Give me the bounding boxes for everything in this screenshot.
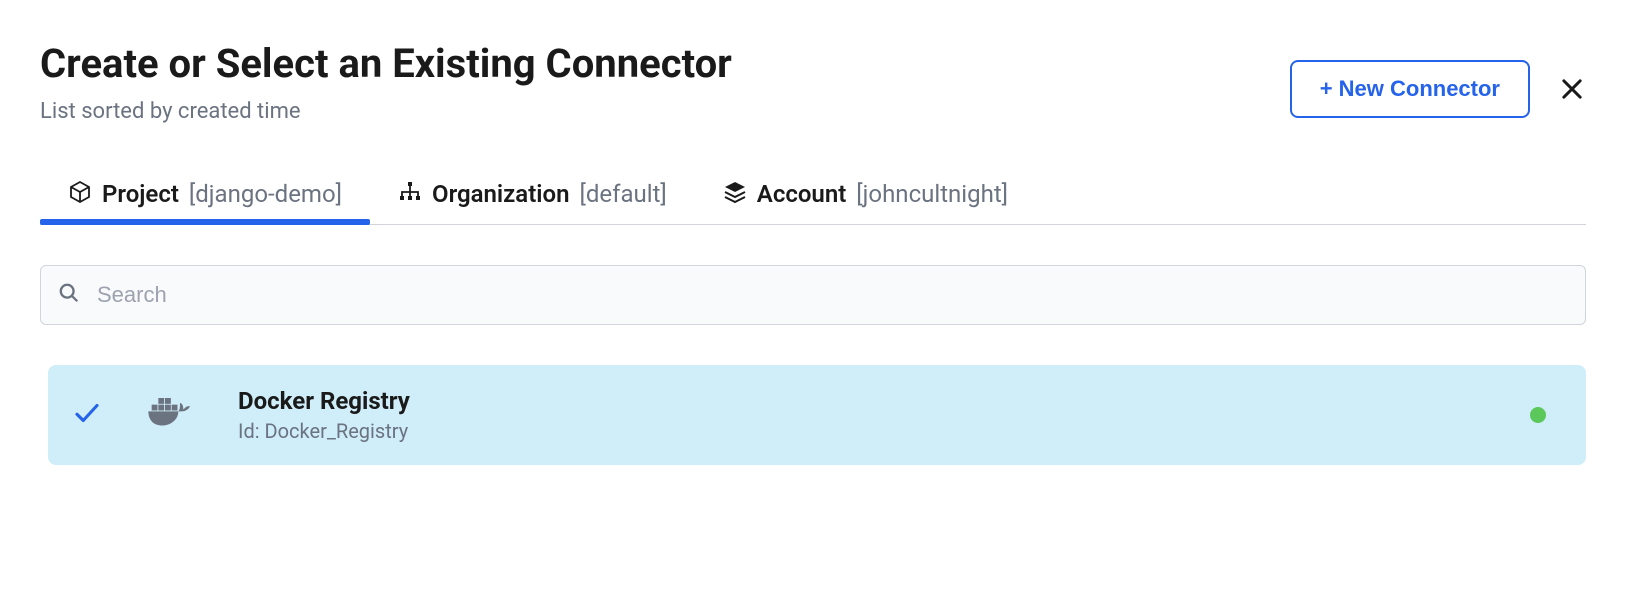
new-connector-button[interactable]: + New Connector	[1290, 60, 1530, 118]
connector-name: Docker Registry	[238, 387, 410, 415]
page-title: Create or Select an Existing Connector	[40, 40, 732, 87]
tab-organization-value: [default]	[579, 180, 666, 208]
page-subtitle: List sorted by created time	[40, 99, 732, 124]
tab-project[interactable]: Project [django-demo]	[40, 164, 370, 224]
header-row: Create or Select an Existing Connector L…	[40, 40, 1586, 124]
tab-organization[interactable]: Organization [default]	[370, 164, 695, 224]
new-connector-label: + New Connector	[1320, 76, 1500, 102]
tab-organization-label: Organization	[432, 180, 569, 208]
check-icon	[72, 398, 102, 432]
status-indicator	[1530, 407, 1546, 423]
docker-icon	[142, 393, 198, 437]
tab-account-label: Account	[757, 180, 847, 208]
connector-id: Id: Docker_Registry	[238, 419, 410, 443]
scope-tabs: Project [django-demo] Organization [defa…	[40, 164, 1586, 225]
close-icon[interactable]	[1558, 75, 1586, 103]
header-actions: + New Connector	[1290, 60, 1586, 118]
search-input[interactable]	[40, 265, 1586, 325]
tab-account-value: [johncultnight]	[856, 180, 1008, 208]
organization-icon	[398, 180, 422, 208]
tab-account[interactable]: Account [johncultnight]	[695, 164, 1036, 224]
connector-text: Docker Registry Id: Docker_Registry	[238, 387, 410, 443]
search-icon	[58, 282, 80, 308]
connector-list-item[interactable]: Docker Registry Id: Docker_Registry	[48, 365, 1586, 465]
layers-icon	[723, 180, 747, 208]
header-text: Create or Select an Existing Connector L…	[40, 40, 732, 124]
tab-project-label: Project	[102, 180, 179, 208]
tab-project-value: [django-demo]	[189, 180, 342, 208]
search-wrap	[40, 265, 1586, 325]
cube-icon	[68, 180, 92, 208]
